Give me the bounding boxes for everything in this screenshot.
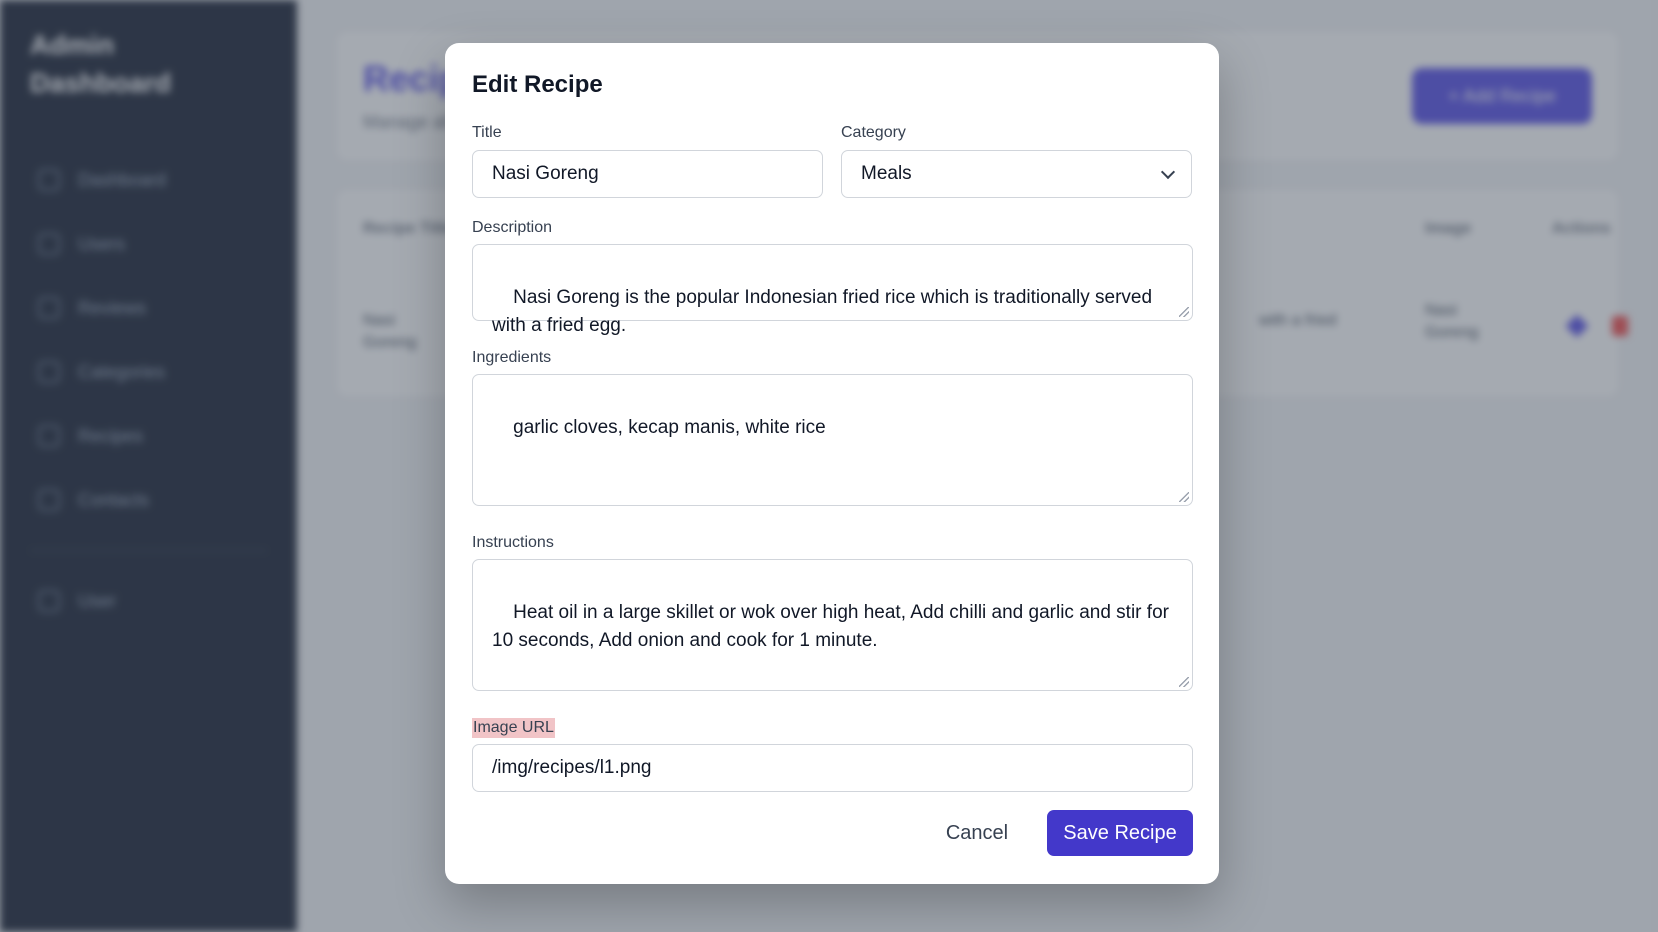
description-textarea[interactable]: Nasi Goreng is the popular Indonesian fr…	[472, 244, 1193, 336]
instructions-value: Heat oil in a large skillet or wok over …	[492, 602, 1175, 651]
ingredients-label: Ingredients	[472, 349, 552, 366]
title-input[interactable]: Nasi Goreng	[472, 150, 823, 198]
instructions-textarea[interactable]: Heat oil in a large skillet or wok over …	[472, 559, 1193, 691]
image-url-input[interactable]: /img/recipes/l1.png	[472, 744, 1193, 792]
resize-handle-icon[interactable]	[1179, 307, 1189, 317]
ingredients-value: garlic cloves, kecap manis, white rice	[513, 417, 826, 438]
instructions-label: Instructions	[472, 534, 554, 551]
description-label: Description	[472, 219, 553, 236]
category-select[interactable]: Meals	[841, 150, 1192, 198]
category-label: Category	[841, 124, 906, 141]
description-value: Nasi Goreng is the popular Indonesian fr…	[492, 287, 1158, 336]
save-recipe-button[interactable]: Save Recipe	[1047, 810, 1193, 856]
resize-handle-icon[interactable]	[1179, 677, 1189, 687]
category-value: Meals	[861, 163, 912, 184]
chevron-down-icon	[1160, 164, 1176, 180]
ingredients-textarea[interactable]: garlic cloves, kecap manis, white rice	[472, 374, 1193, 506]
title-label: Title	[472, 124, 502, 141]
resize-handle-icon[interactable]	[1179, 492, 1189, 502]
edit-recipe-modal: Edit Recipe Title Nasi Goreng Category M…	[445, 43, 1219, 884]
image-url-label: Image URL	[472, 718, 555, 738]
modal-title: Edit Recipe	[472, 71, 603, 98]
cancel-button[interactable]: Cancel	[929, 810, 1025, 856]
